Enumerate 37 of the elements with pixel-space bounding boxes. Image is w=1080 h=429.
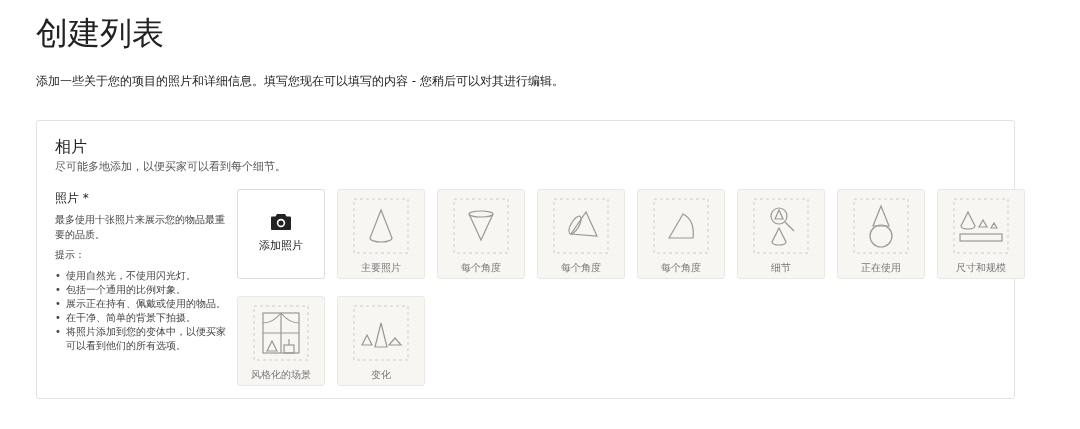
section-subtitle: 尽可能多地添加，以便买家可以看到每个细节。: [55, 158, 287, 175]
slot-label: 变化: [371, 368, 391, 383]
window-scene-drawing: [262, 312, 300, 354]
tip-item: 将照片添加到您的变体中，以便买家可以看到他们的所有选项。: [65, 324, 227, 353]
tip-item: 在干净、简单的背景下拍摄。: [65, 310, 196, 325]
slot-label: 细节: [771, 261, 791, 276]
slot-label: 正在使用: [861, 261, 901, 276]
camera-icon: [271, 213, 291, 231]
cones-drawing: [361, 322, 403, 348]
slot-label: 每个角度: [661, 261, 701, 276]
section-title: 相片: [55, 137, 88, 157]
page-description: 添加一些关于您的项目的照片和详细信息。填写您现在可以填写的内容 - 您稍后可以对其进行编辑。: [36, 73, 565, 91]
cone-drawing: [568, 210, 598, 237]
magnified-cone-drawing: [770, 207, 795, 246]
bullet-mark: •: [55, 296, 61, 311]
ruler-cones-drawing: [959, 211, 1003, 242]
cone-drawing: [668, 213, 694, 239]
bullet-mark: •: [55, 282, 61, 297]
cone-drawing: [369, 209, 393, 243]
photos-label: 照片 *: [55, 190, 90, 208]
tip-item: 包括一个通用的比例对象。: [65, 282, 186, 297]
cone-drawing: [468, 210, 494, 242]
bullet-mark: •: [55, 310, 61, 325]
page-title: 创建列表: [36, 14, 165, 53]
figure-drawing: [869, 204, 893, 248]
slot-label: 每个角度: [561, 261, 601, 276]
tip-item: 使用自然光，不使用闪光灯。: [65, 268, 196, 283]
slot-label: 尺寸和规模: [956, 261, 1006, 276]
tips-label: 提示：: [55, 248, 86, 263]
bullet-mark: •: [55, 268, 61, 283]
add-photo-button[interactable]: 添加照片: [237, 189, 325, 280]
bullet-mark: •: [55, 324, 61, 339]
slot-label: 主要照片: [361, 261, 401, 276]
help-text: 最多使用十张照片来展示您的物品最重要的品质。: [55, 213, 226, 242]
slot-label: 每个角度: [461, 261, 501, 276]
slot-label: 风格化的场景: [251, 368, 311, 383]
tip-item: 展示正在持有、佩戴或使用的物品。: [65, 296, 226, 311]
